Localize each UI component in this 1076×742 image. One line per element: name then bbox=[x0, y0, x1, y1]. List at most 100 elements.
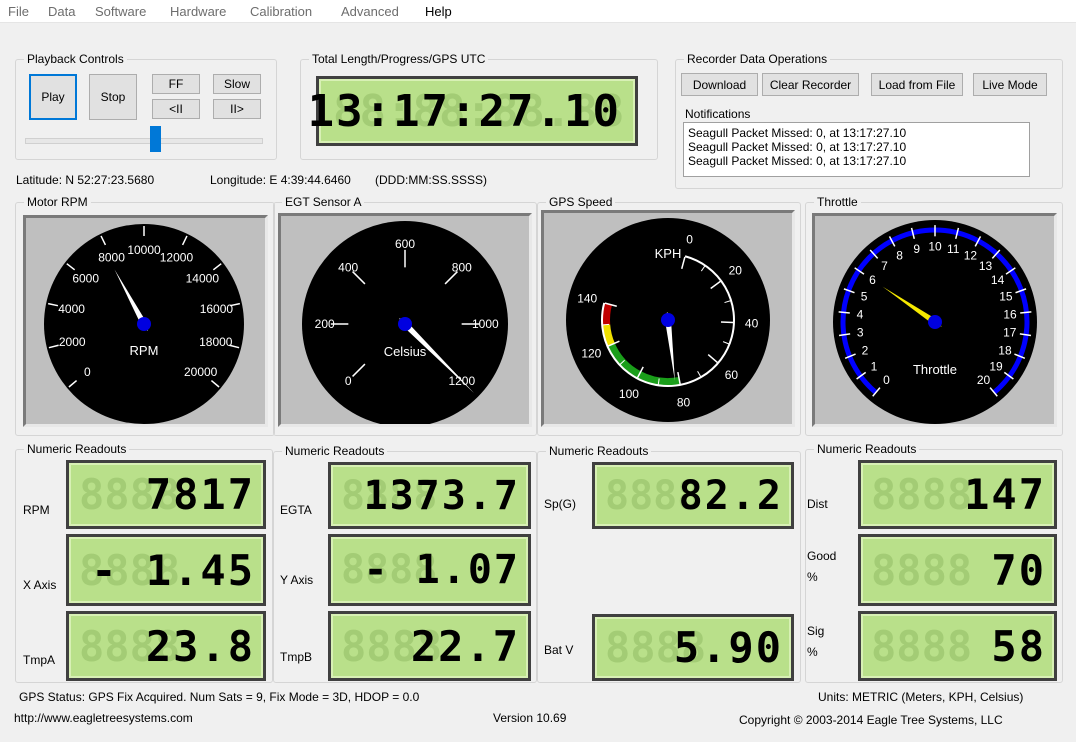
gauge-tick-label: 20 bbox=[729, 264, 743, 278]
good-percent-label: Good % bbox=[807, 549, 837, 584]
readouts-title: Numeric Readouts bbox=[282, 444, 388, 458]
download-button[interactable]: Download bbox=[681, 73, 758, 96]
rpm-readout-value: 7817 bbox=[145, 470, 255, 519]
good-percent-readout-ghost: 8888 bbox=[871, 545, 973, 595]
signal-percent-label: Sig % bbox=[807, 624, 825, 659]
egt-title: EGT Sensor A bbox=[282, 195, 365, 209]
motor-rpm-title: Motor RPM bbox=[24, 195, 91, 209]
gauge-tick-label: 16 bbox=[1003, 307, 1017, 321]
step-back-button[interactable]: <II bbox=[152, 99, 200, 119]
gauge-tick-label: 13 bbox=[979, 259, 993, 273]
throttle-title: Throttle bbox=[814, 195, 861, 209]
battery-voltage-readout: 8888 5.90 bbox=[592, 614, 794, 681]
readouts-title: Numeric Readouts bbox=[24, 442, 130, 456]
gauge-tick-label: 20 bbox=[977, 373, 991, 387]
rpm-readout: 8888 7817 bbox=[66, 460, 266, 529]
gauge-tick-label: 10 bbox=[928, 240, 942, 254]
battery-voltage-label: Bat V bbox=[544, 643, 574, 657]
gauge-tick-label: 9 bbox=[913, 242, 920, 256]
live-mode-button[interactable]: Live Mode bbox=[973, 73, 1047, 96]
menu-help[interactable]: Help bbox=[425, 4, 452, 19]
good-percent-readout: 8888 70 bbox=[858, 534, 1057, 606]
y-axis-readout-value: - 1.07 bbox=[363, 547, 520, 593]
x-axis-readout-value: - 1.45 bbox=[91, 545, 255, 595]
notification-line: Seagull Packet Missed: 0, at 13:17:27.10 bbox=[688, 154, 907, 168]
gps-speed-gauge-frame: 0 20 40 60 80 100 120 140 KPH bbox=[541, 210, 795, 427]
notifications-list[interactable]: Seagull Packet Missed: 0, at 13:17:27.10… bbox=[683, 122, 1030, 177]
gauge-tick-label: 20000 bbox=[184, 365, 218, 379]
menu-hardware[interactable]: Hardware bbox=[170, 4, 226, 19]
gauge-tick-label: 1 bbox=[871, 360, 878, 374]
gauge-tick-label: 0 bbox=[883, 373, 890, 387]
speed-readout: 8888 82.2 bbox=[592, 462, 794, 529]
menu-advanced[interactable]: Advanced bbox=[341, 4, 399, 19]
gauge-tick-label: 19 bbox=[989, 360, 1003, 374]
gauge-color-band bbox=[602, 302, 613, 325]
gauge-tick-label: 2000 bbox=[59, 335, 86, 349]
clear-recorder-button[interactable]: Clear Recorder bbox=[762, 73, 859, 96]
gauge-tick-label: 12000 bbox=[160, 251, 194, 265]
distance-label: Dist bbox=[807, 497, 828, 511]
version-text: Version 10.69 bbox=[493, 711, 567, 725]
fast-forward-button[interactable]: FF bbox=[152, 74, 200, 94]
gps-speed-title: GPS Speed bbox=[546, 195, 616, 209]
utc-time-value: 13:17:27.10 bbox=[307, 85, 621, 137]
readouts-title: Numeric Readouts bbox=[814, 442, 920, 456]
gauge-color-band bbox=[602, 324, 615, 347]
gauge-tick-label: 0 bbox=[345, 374, 352, 388]
battery-voltage-readout-value: 5.90 bbox=[673, 623, 783, 672]
slow-button[interactable]: Slow bbox=[213, 74, 261, 94]
menu-data[interactable]: Data bbox=[48, 4, 75, 19]
gauge-needle-hub bbox=[661, 313, 675, 327]
notifications-title: Notifications bbox=[685, 107, 751, 121]
latitude-text: Latitude: N 52:27:23.5680 bbox=[16, 173, 155, 187]
motor-rpm-gauge-frame: 0 2000 4000 6000 8000 10000 12000 14000 16000 180… bbox=[23, 215, 268, 427]
readouts-title: Numeric Readouts bbox=[546, 444, 652, 458]
menu-file[interactable]: File bbox=[8, 4, 29, 19]
gauge-tick-label: 600 bbox=[395, 237, 415, 251]
menu-software[interactable]: Software bbox=[95, 4, 146, 19]
menu-calibration[interactable]: Calibration bbox=[250, 4, 312, 19]
signal-percent-readout: 8888 58 bbox=[858, 611, 1057, 681]
egta-readout-value: 1373.7 bbox=[363, 472, 520, 519]
gauge-tick-label: 200 bbox=[315, 317, 335, 331]
gauge-unit-label: RPM bbox=[130, 343, 159, 358]
gauge-unit-label: KPH bbox=[655, 246, 682, 261]
gauge-tick-label: 0 bbox=[686, 232, 693, 246]
gauge-tick-label: 14000 bbox=[186, 272, 220, 286]
coordinate-format-text: (DDD:MM:SS.SSSS) bbox=[375, 173, 488, 187]
tmpa-readout-value: 23.8 bbox=[145, 621, 255, 671]
step-forward-button[interactable]: II> bbox=[213, 99, 261, 119]
tmpb-label: TmpB bbox=[280, 650, 313, 664]
gauge-tick-label: 10000 bbox=[127, 243, 161, 257]
gauge-unit-label: Throttle bbox=[913, 362, 957, 377]
gauge-needle-hub bbox=[137, 317, 151, 331]
gauge-tick-label: 18 bbox=[998, 343, 1012, 357]
gauge-tick-label: 80 bbox=[677, 395, 691, 409]
playback-slider-thumb[interactable] bbox=[149, 126, 161, 152]
gauge-tick-label: 18000 bbox=[199, 335, 233, 349]
recorder-title: Recorder Data Operations bbox=[684, 52, 831, 66]
good-percent-readout-value: 70 bbox=[991, 545, 1046, 595]
website-link[interactable]: http://www.eagletreesystems.com bbox=[14, 711, 193, 725]
load-from-file-button[interactable]: Load from File bbox=[871, 73, 963, 96]
signal-percent-readout-value: 58 bbox=[991, 621, 1046, 671]
utc-time-display: 88:88:88.88 13:17:27.10 bbox=[308, 76, 638, 146]
tmpb-readout-value: 22.7 bbox=[410, 621, 520, 671]
playback-slider-track[interactable] bbox=[25, 138, 263, 144]
gauge-tick-label: 3 bbox=[857, 326, 864, 340]
gauge-tick-label: 11 bbox=[947, 242, 960, 256]
stop-button[interactable]: Stop bbox=[89, 74, 137, 120]
x-axis-readout: 8888 - 1.45 bbox=[66, 534, 266, 606]
gauge-tick-label: 120 bbox=[581, 347, 601, 361]
gauge-tick-label: 6 bbox=[869, 273, 876, 287]
distance-readout-ghost: 8888 bbox=[871, 470, 973, 519]
throttle-gauge: 012345678 9 10 11 121314151617181920Throttle bbox=[833, 220, 1037, 424]
play-button[interactable]: Play bbox=[29, 74, 77, 120]
copyright-text: Copyright © 2003-2014 Eagle Tree Systems… bbox=[739, 713, 1003, 727]
distance-readout-value: 147 bbox=[964, 470, 1046, 519]
speed-readout-value: 82.2 bbox=[678, 472, 783, 519]
egt-gauge: 020040060080010001200Celsius bbox=[302, 221, 508, 427]
y-axis-label: Y Axis bbox=[280, 573, 314, 587]
gauge-tick-label: 14 bbox=[991, 273, 1005, 287]
